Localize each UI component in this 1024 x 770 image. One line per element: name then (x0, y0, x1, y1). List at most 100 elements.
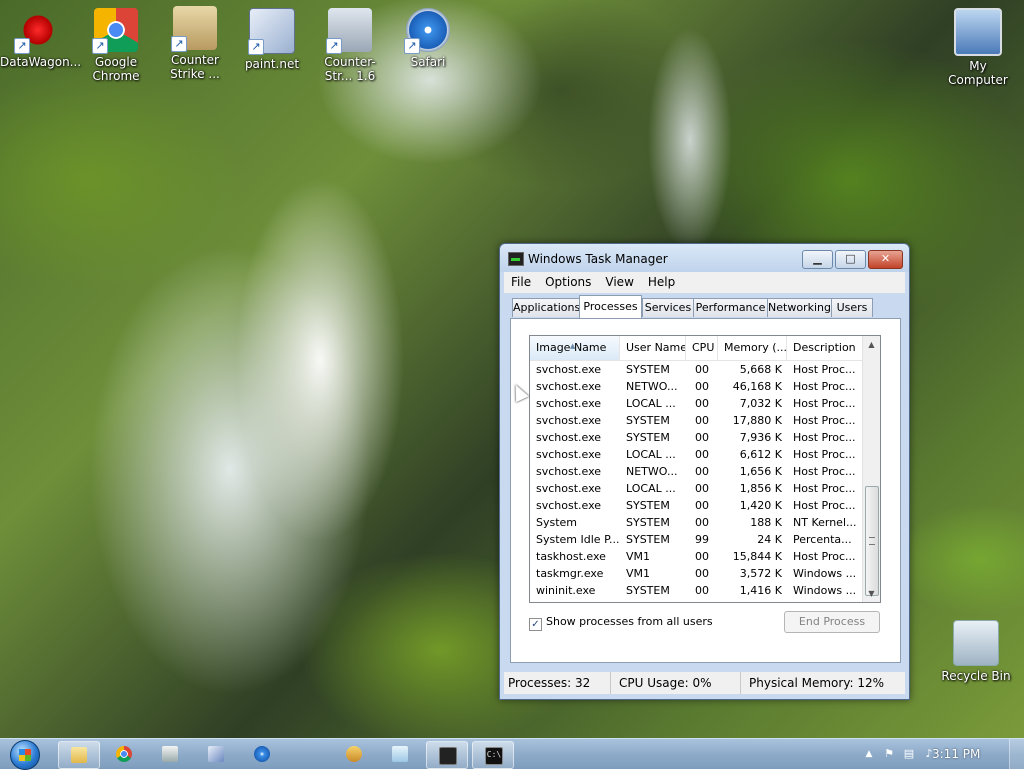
tab-networking[interactable]: Networking (767, 298, 832, 317)
desktop-icon-safari[interactable]: ↗ Safari (390, 8, 466, 69)
cell-cpu: 00 (695, 380, 709, 393)
end-process-button[interactable]: End Process (784, 611, 880, 633)
table-row[interactable]: System Idle P... SYSTEM 99 24 K Percenta... (530, 531, 863, 548)
network-icon[interactable]: ▤ (902, 747, 916, 761)
close-button[interactable]: ✕ (868, 250, 903, 269)
start-button[interactable] (4, 739, 46, 770)
table-row[interactable]: svchost.exe SYSTEM 00 17,880 K Host Proc... (530, 412, 863, 429)
table-row[interactable]: svchost.exe LOCAL ... 00 7,032 K Host Proc..… (530, 395, 863, 412)
desktop-icon-google-chrome[interactable]: ↗ Google Chrome (78, 8, 154, 83)
tab-performance[interactable]: Performance (693, 298, 768, 317)
desktop-icon-label: DataWagon... (0, 55, 82, 69)
column-cpu[interactable]: CPU (686, 336, 718, 360)
column-user-name[interactable]: User Name (620, 336, 686, 360)
table-row[interactable]: taskmgr.exe VM1 00 3,572 K Windows ... (530, 565, 863, 582)
taskbar-idea[interactable] (334, 741, 374, 767)
menu-view[interactable]: View (598, 272, 640, 292)
table-row[interactable]: svchost.exe SYSTEM 00 5,668 K Host Proc... (530, 361, 863, 378)
cell-description: Host Proc... (793, 397, 856, 410)
desktop-icon-datawagon[interactable]: ↗ DataWagon... (0, 8, 82, 69)
scroll-thumb[interactable] (865, 486, 879, 596)
cell-image-name: System Idle P... (536, 533, 620, 546)
shortcut-arrow-icon: ↗ (404, 38, 420, 54)
taskbar-task-manager[interactable] (426, 741, 468, 769)
table-row[interactable]: svchost.exe SYSTEM 00 1,420 K Host Proc... (530, 497, 863, 514)
checkbox-box[interactable]: ✓ (529, 618, 542, 631)
column-description[interactable]: Description (787, 336, 863, 360)
taskbar-chrome[interactable] (104, 741, 144, 767)
process-list[interactable]: ▲ Image Name User Name CPU Memory (... D… (529, 335, 881, 603)
cell-image-name: System (536, 516, 578, 529)
table-row[interactable]: winlogon.exe SYSTEM 003,164 K Windows ... (530, 599, 863, 602)
desktop-icon-recycle-bin[interactable]: Recycle Bin (936, 620, 1016, 683)
chrome-icon (116, 746, 132, 762)
command-prompt-icon: C:\ (485, 747, 503, 765)
taskbar-counter-strike[interactable] (150, 741, 190, 767)
desktop-icon-paint-net[interactable]: ↗ paint.net (234, 8, 310, 71)
taskbar-safari[interactable] (242, 741, 282, 767)
menu-bar: File Options View Help (504, 272, 905, 293)
chrome-icon: ↗ (92, 8, 138, 54)
table-row[interactable]: taskhost.exe VM1 00 15,844 K Host Proc... (530, 548, 863, 565)
tab-processes[interactable]: Processes (579, 295, 642, 318)
sort-ascending-icon: ▲ (570, 342, 576, 350)
column-memory[interactable]: Memory (... (718, 336, 787, 360)
cell-user-name: SYSTEM (626, 414, 670, 427)
desktop-icon-label: Safari (410, 55, 446, 69)
cell-user-name: VM1 (626, 567, 651, 580)
desktop-icon-counter-strike[interactable]: ↗ Counter Strike ... (157, 6, 233, 81)
cell-cpu: 00 (695, 397, 709, 410)
process-rows: svchost.exe SYSTEM 00 5,668 K Host Proc... sv… (530, 361, 863, 602)
desktop-icon-counter-strike-16[interactable]: ↗ Counter-Str... 1.6 (312, 8, 388, 83)
cell-description: Host Proc... (793, 414, 856, 427)
menu-options[interactable]: Options (538, 272, 598, 292)
column-image-name[interactable]: ▲ Image Name (530, 336, 620, 360)
cell-memory: 17,880 K (732, 414, 782, 427)
cell-description: Host Proc... (793, 431, 856, 444)
tab-applications[interactable]: Applications (512, 298, 580, 317)
scroll-down-icon[interactable]: ▼ (863, 585, 880, 602)
desktop-icon-my-computer[interactable]: My Computer (938, 8, 1018, 87)
minimize-button[interactable]: ▁ (802, 250, 833, 269)
cell-user-name: NETWO... (626, 465, 678, 478)
show-hidden-icons-icon[interactable]: ▲ (862, 747, 876, 761)
title-bar[interactable]: Windows Task Manager ▁ □ ✕ (500, 244, 909, 272)
cell-image-name: svchost.exe (536, 380, 602, 393)
tab-services[interactable]: Services (642, 298, 694, 317)
cell-user-name: SYSTEM (626, 584, 670, 597)
show-all-users-checkbox[interactable]: ✓ Show processes from all users (529, 615, 713, 631)
table-row[interactable]: svchost.exe NETWO... 00 46,168 K Host Proc..… (530, 378, 863, 395)
table-row[interactable]: svchost.exe LOCAL ... 00 6,612 K Host Proc..… (530, 446, 863, 463)
recycle-bin-icon (953, 620, 999, 666)
desktop-icon-label: Recycle Bin (941, 669, 1011, 683)
clock[interactable]: 3:11 PM (932, 739, 980, 769)
cell-memory: 3,164 K (718, 599, 782, 602)
counter-strike-icon (162, 746, 178, 762)
cell-image-name: svchost.exe (536, 363, 602, 376)
vertical-scrollbar[interactable]: ▲ ▼ (862, 336, 880, 602)
scroll-up-icon[interactable]: ▲ (863, 336, 880, 353)
idea-icon (346, 746, 362, 762)
taskbar-explorer[interactable] (58, 741, 100, 769)
maximize-button[interactable]: □ (835, 250, 866, 269)
menu-help[interactable]: Help (641, 272, 682, 292)
shortcut-arrow-icon: ↗ (248, 39, 264, 55)
cell-cpu: 00 (695, 414, 709, 427)
show-desktop-button[interactable] (1009, 739, 1024, 769)
cell-description: Windows ... (793, 599, 861, 602)
table-row[interactable]: System SYSTEM 00 188 K NT Kernel... (530, 514, 863, 531)
action-center-flag-icon[interactable]: ⚑ (882, 747, 896, 761)
cell-memory: 24 K (757, 533, 782, 546)
tab-users[interactable]: Users (831, 298, 873, 317)
taskbar-command-prompt[interactable]: C:\ (472, 741, 514, 769)
table-row[interactable]: wininit.exe SYSTEM 00 1,416 K Windows ... (530, 582, 863, 599)
taskbar-paint-net[interactable] (196, 741, 236, 767)
table-row[interactable]: svchost.exe SYSTEM 00 7,936 K Host Proc... (530, 429, 863, 446)
safari-icon (254, 746, 270, 762)
table-row[interactable]: svchost.exe LOCAL ... 00 1,856 K Host Proc..… (530, 480, 863, 497)
system-tray: ▲ ⚑ ▤ ♪ 3:11 PM (834, 739, 1024, 769)
table-row[interactable]: svchost.exe NETWO... 00 1,656 K Host Proc... (530, 463, 863, 480)
taskbar-notepad[interactable] (380, 741, 420, 767)
menu-file[interactable]: File (504, 272, 538, 292)
cell-user-name: LOCAL ... (626, 482, 676, 495)
